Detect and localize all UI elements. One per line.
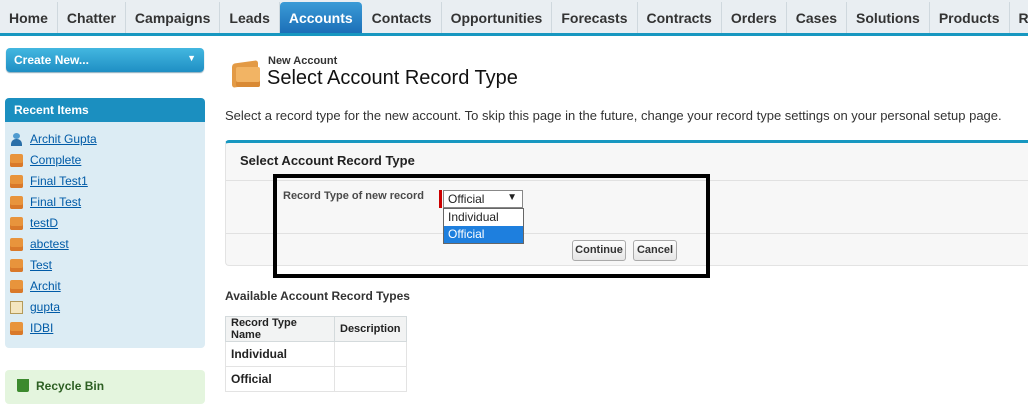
record-types-table: Record Type Name Description Individual … (225, 316, 407, 392)
tab-leads[interactable]: Leads (220, 2, 280, 33)
account-folder-icon (10, 153, 23, 167)
recent-item-archit[interactable]: Archit (10, 277, 61, 295)
recent-item-final-test1[interactable]: Final Test1 (10, 172, 88, 190)
recycle-bin-label: Recycle Bin (36, 379, 105, 393)
column-header: Description (334, 316, 407, 342)
tab-forecasts[interactable]: Forecasts (552, 2, 638, 33)
recent-item-label: Final Test1 (30, 174, 88, 188)
create-new-button[interactable]: Create New... ▼ (6, 48, 204, 72)
create-new-label: Create New... (14, 53, 89, 67)
table-header-row: Record Type Name Description (225, 316, 407, 342)
table-row: Individual (225, 341, 407, 367)
tab-cases[interactable]: Cases (787, 2, 848, 33)
chevron-down-icon: ▼ (187, 53, 196, 63)
recycle-bin-link[interactable]: Recycle Bin (5, 370, 205, 404)
tab-orders[interactable]: Orders (722, 2, 787, 33)
account-folder-icon (10, 174, 23, 188)
tab-reports[interactable]: Reports (1010, 2, 1028, 33)
account-folder-icon (10, 237, 23, 251)
recent-item-label: Complete (30, 153, 82, 167)
tab-bar: Home Chatter Campaigns Leads Accounts Co… (0, 0, 1028, 36)
recent-item-label: IDBI (30, 321, 54, 335)
recent-item-label: Archit (30, 279, 61, 293)
account-folder-icon (230, 58, 260, 88)
tab-solutions[interactable]: Solutions (847, 2, 930, 33)
recycle-bin-icon (17, 379, 29, 392)
tab-campaigns[interactable]: Campaigns (126, 2, 221, 33)
recent-item-gupta[interactable]: gupta (10, 298, 60, 316)
highlight-box (273, 174, 710, 278)
recent-item-label: Test (30, 258, 53, 272)
recent-item-idbi[interactable]: IDBI (10, 319, 53, 337)
recent-item-label: testD (30, 216, 59, 230)
person-icon (10, 132, 23, 146)
tab-contracts[interactable]: Contracts (638, 2, 722, 33)
table-cell: Official (225, 366, 335, 392)
account-folder-icon (10, 279, 23, 293)
table-cell (334, 366, 407, 392)
section-title: Select Account Record Type (240, 153, 415, 168)
account-folder-icon (10, 216, 23, 230)
tab-contacts[interactable]: Contacts (363, 2, 442, 33)
tab-accounts[interactable]: Accounts (279, 2, 362, 33)
recent-item-label: Final Test (30, 195, 82, 209)
account-folder-icon (10, 195, 23, 209)
available-types-title: Available Account Record Types (225, 289, 410, 303)
table-row: Official (225, 366, 407, 392)
page-description: Select a record type for the new account… (225, 108, 1002, 123)
tab-products[interactable]: Products (930, 2, 1010, 33)
tab-home[interactable]: Home (0, 2, 58, 33)
recent-item-testd[interactable]: testD (10, 214, 58, 232)
recent-item-label: abctest (30, 237, 69, 251)
recent-items-header: Recent Items (5, 98, 205, 122)
recent-item-final-test[interactable]: Final Test (10, 193, 81, 211)
table-cell (334, 341, 407, 367)
table-cell: Individual (225, 341, 335, 367)
tab-chatter[interactable]: Chatter (58, 2, 126, 33)
page-title: Select Account Record Type (267, 67, 518, 89)
recent-item-archit-gupta[interactable]: Archit Gupta (10, 130, 97, 148)
document-icon (10, 300, 23, 314)
recent-item-label: Archit Gupta (30, 132, 97, 146)
column-header: Record Type Name (225, 316, 335, 342)
recent-item-label: gupta (30, 300, 61, 314)
page-subtitle: New Account (268, 55, 338, 67)
account-folder-icon (10, 258, 23, 272)
recent-item-abctest[interactable]: abctest (10, 235, 69, 253)
tab-opportunities[interactable]: Opportunities (442, 2, 553, 33)
account-folder-icon (10, 321, 23, 335)
recent-item-complete[interactable]: Complete (10, 151, 81, 169)
recent-item-test[interactable]: Test (10, 256, 52, 274)
